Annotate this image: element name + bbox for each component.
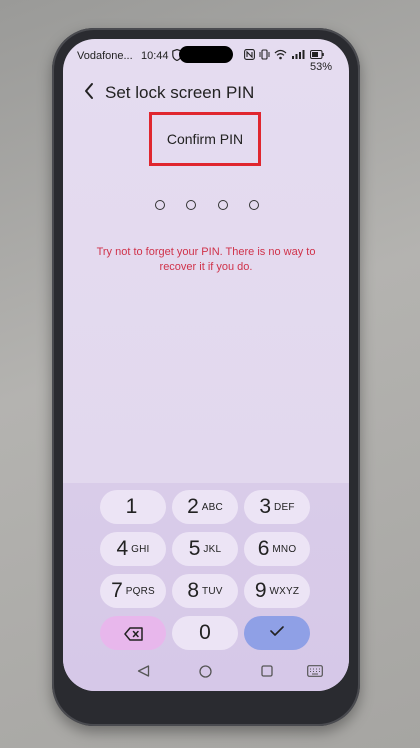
keyboard-icon[interactable] <box>307 665 323 680</box>
key-letters: MNO <box>272 543 297 555</box>
pin-dot <box>248 200 259 210</box>
nav-recents-icon[interactable] <box>261 665 273 680</box>
key-0[interactable]: 0 <box>172 616 238 650</box>
vibrate-icon <box>259 49 270 63</box>
key-3[interactable]: 3 DEF <box>244 490 310 524</box>
checkmark-icon <box>269 624 285 642</box>
key-letters: ABC <box>201 501 223 513</box>
key-8[interactable]: 8 TUV <box>172 574 238 608</box>
key-digit: 4 <box>116 537 129 560</box>
key-digit: 6 <box>257 537 270 560</box>
battery-icon <box>310 50 324 59</box>
pin-dot <box>186 200 197 210</box>
nfc-icon <box>244 49 255 63</box>
key-letters: GHI <box>131 543 150 555</box>
key-7[interactable]: 7 PQRS <box>100 574 166 608</box>
confirm-pin-label: Confirm PIN <box>166 131 244 147</box>
number-keypad: 1 2 ABC 3 DEF 4 GHI 5 JKL 6 MNO 7 PQRS 8 <box>63 483 349 691</box>
navigation-bar <box>63 665 349 687</box>
key-letters: PQRS <box>125 585 155 597</box>
nav-back-icon[interactable] <box>137 665 150 680</box>
key-digit: 8 <box>187 579 200 602</box>
confirm-pin-highlight: Confirm PIN <box>149 112 261 166</box>
key-digit: 3 <box>259 495 272 518</box>
back-arrow-icon[interactable] <box>83 82 95 105</box>
camera-cutout <box>179 46 233 63</box>
carrier-label: Vodafone... <box>77 50 133 62</box>
pin-dot <box>155 200 165 210</box>
signal-icon <box>291 49 305 63</box>
key-letters: DEF <box>274 501 295 513</box>
key-digit: 9 <box>254 579 267 602</box>
key-6[interactable]: 6 MNO <box>244 532 310 566</box>
wifi-icon <box>274 49 287 63</box>
key-digit: 0 <box>199 621 211 644</box>
screen: Vodafone... 10:44 53% Set lock screen PI… <box>63 39 349 691</box>
pin-dot <box>217 200 228 210</box>
key-5[interactable]: 5 JKL <box>172 532 238 566</box>
key-digit: 2 <box>187 495 199 518</box>
battery-indicator: 53% <box>310 49 349 73</box>
key-letters: WXYZ <box>269 585 300 597</box>
key-letters: JKL <box>203 543 222 555</box>
key-4[interactable]: 4 GHI <box>100 532 166 566</box>
pin-entry-dots <box>155 200 259 214</box>
page-title: Set lock screen PIN <box>105 83 255 102</box>
key-digit: 5 <box>188 537 201 560</box>
delete-button[interactable] <box>100 616 166 650</box>
backspace-icon <box>124 627 143 641</box>
status-time: 10:44 <box>141 50 169 62</box>
key-digit: 7 <box>111 579 123 602</box>
nav-home-icon[interactable] <box>199 665 212 681</box>
key-1[interactable]: 1 <box>100 490 166 524</box>
key-9[interactable]: 9 WXYZ <box>244 574 310 608</box>
key-digit: 1 <box>125 495 138 518</box>
key-2[interactable]: 2 ABC <box>172 490 238 524</box>
battery-percent: 53% <box>310 61 333 73</box>
status-bar: Vodafone... 10:44 53% <box>63 39 349 73</box>
warning-message: Try not to forget your PIN. There is no … <box>96 246 316 273</box>
confirm-button[interactable] <box>244 616 310 650</box>
key-letters: TUV <box>202 585 223 597</box>
